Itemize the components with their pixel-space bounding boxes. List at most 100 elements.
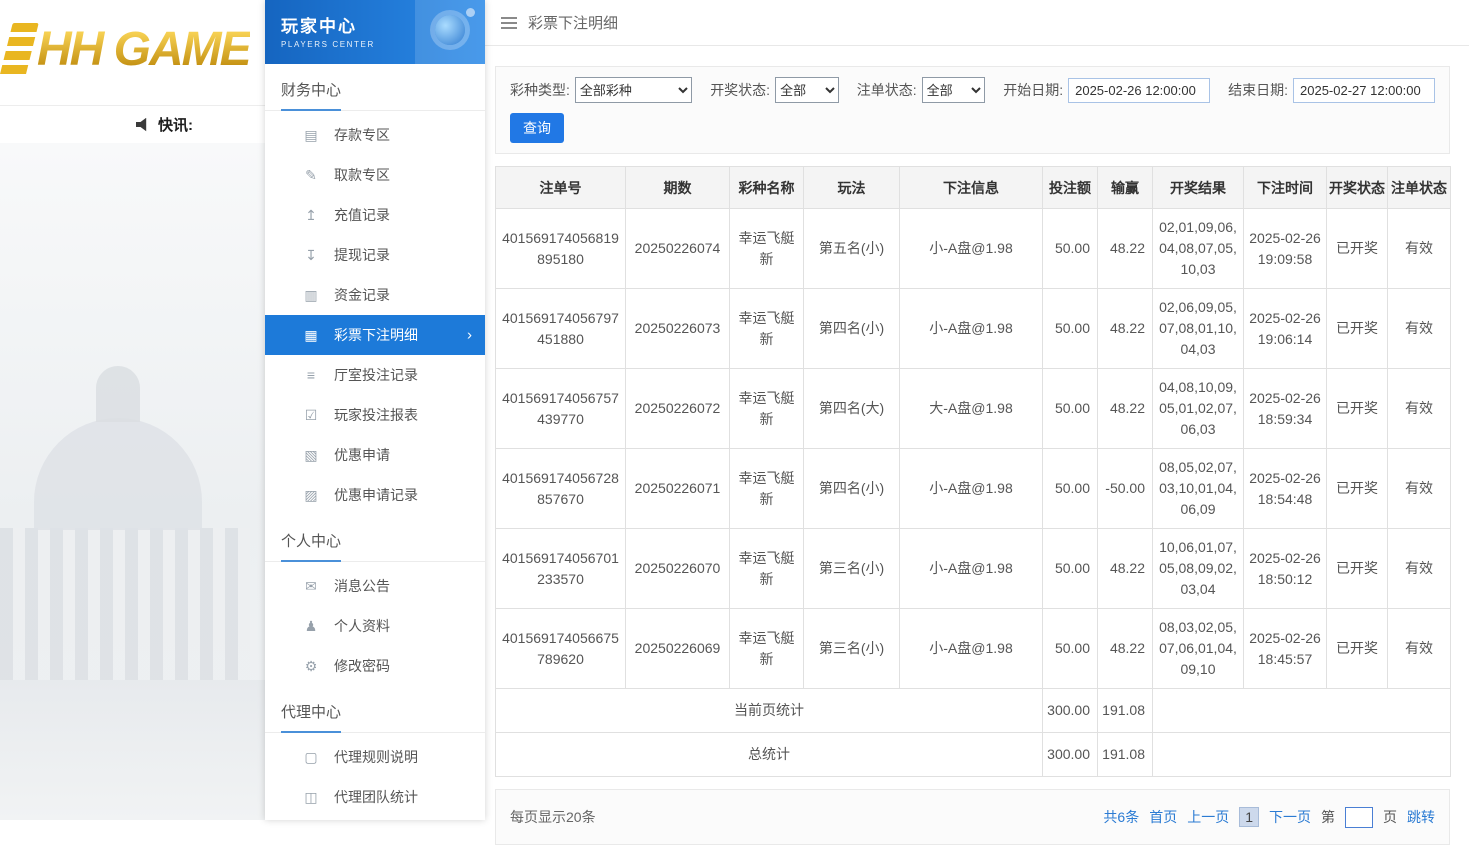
- cell-bet-amount: 50.00: [1043, 609, 1098, 689]
- sidebar-item-label: 优惠申请记录: [334, 485, 418, 505]
- section-title-agent: 代理中心: [265, 686, 485, 733]
- cell-order-no: 401569174056728857670: [496, 449, 626, 529]
- pagination-controls: 共6条 首页 上一页 1 下一页 第 页 跳转: [1103, 807, 1435, 828]
- start-date-input[interactable]: [1068, 78, 1210, 103]
- sidebar-item-agent-rules[interactable]: 代理规则说明: [265, 737, 485, 777]
- menu-toggle-icon[interactable]: [501, 17, 517, 29]
- sidebar-item-change-password[interactable]: 修改密码: [265, 646, 485, 686]
- cell-draw-status: 已开奖: [1327, 289, 1388, 369]
- cell-draw-status: 已开奖: [1327, 449, 1388, 529]
- grand-total-label: 总统计: [496, 733, 1043, 777]
- sidebar-item-promo-apply-record[interactable]: 优惠申请记录: [265, 475, 485, 515]
- bet-table-body: 401569174056819895180 20250226074 幸运飞艇新 …: [496, 209, 1451, 689]
- cell-order-status: 有效: [1388, 289, 1451, 369]
- sidebar-item-deposit-zone[interactable]: 存款专区: [265, 115, 485, 155]
- sidebar-item-label: 厅室投注记录: [334, 365, 418, 385]
- cell-period: 20250226070: [626, 529, 730, 609]
- sidebar-item-withdrawal-record[interactable]: 提现记录: [265, 235, 485, 275]
- grand-total-empty: [1153, 733, 1451, 777]
- next-page-link[interactable]: 下一页: [1269, 807, 1311, 827]
- cell-order-status: 有效: [1388, 529, 1451, 609]
- order-status-select[interactable]: 全部: [922, 77, 986, 103]
- sidebar-item-recharge-record[interactable]: 充值记录: [265, 195, 485, 235]
- password-icon: [303, 658, 319, 675]
- cell-order-no: 401569174056675789620: [496, 609, 626, 689]
- lottery-type-select[interactable]: 全部彩种: [575, 77, 692, 103]
- sidebar-item-agent-team-stats[interactable]: 代理团队统计: [265, 777, 485, 817]
- sidebar-item-profile[interactable]: 个人资料: [265, 606, 485, 646]
- cell-bet-time: 2025-02-26 18:59:34: [1244, 369, 1327, 449]
- bet-details-table: 注单号 期数 彩种名称 玩法 下注信息 投注额 输赢 开奖结果 下注时间 开奖状…: [495, 166, 1451, 777]
- end-date-input[interactable]: [1293, 78, 1435, 103]
- section-title-personal: 个人中心: [265, 515, 485, 562]
- col-header-lottery-name: 彩种名称: [730, 167, 804, 209]
- withdraw-zone-icon: [303, 167, 319, 184]
- sidebar-item-label: 提现记录: [334, 245, 390, 265]
- cell-bet-time: 2025-02-26 18:45:57: [1244, 609, 1327, 689]
- agent-rules-icon: [303, 749, 319, 766]
- prev-page-link[interactable]: 上一页: [1187, 807, 1229, 827]
- sidebar-item-funds-record[interactable]: 资金记录: [265, 275, 485, 315]
- cell-order-status: 有效: [1388, 449, 1451, 529]
- cell-period: 20250226074: [626, 209, 730, 289]
- start-date-label: 开始日期:: [1003, 80, 1063, 100]
- sidebar-item-label: 彩票下注明细: [334, 325, 418, 345]
- sidebar-item-player-bet-report[interactable]: 玩家投注报表: [265, 395, 485, 435]
- sidebar-item-label: 玩家投注报表: [334, 405, 418, 425]
- cell-draw-status: 已开奖: [1327, 529, 1388, 609]
- withdrawal-record-icon: [303, 247, 319, 264]
- sidebar-item-hall-bet-record[interactable]: 厅室投注记录: [265, 355, 485, 395]
- cell-order-status: 有效: [1388, 369, 1451, 449]
- cell-draw-result: 08,03,02,05,07,06,01,04,09,10: [1153, 609, 1244, 689]
- recharge-record-icon: [303, 207, 319, 224]
- cell-bet-time: 2025-02-26 18:54:48: [1244, 449, 1327, 529]
- cell-order-status: 有效: [1388, 209, 1451, 289]
- table-row: 401569174056701233570 20250226070 幸运飞艇新 …: [496, 529, 1451, 609]
- col-header-win-loss: 输赢: [1098, 167, 1153, 209]
- cell-draw-result: 10,06,01,07,05,08,09,02,03,04: [1153, 529, 1244, 609]
- jump-prefix-label: 第: [1321, 807, 1335, 827]
- draw-status-label: 开奖状态:: [710, 80, 770, 100]
- cell-bet-info: 小-A盘@1.98: [900, 609, 1043, 689]
- sidebar-item-lottery-bet-detail[interactable]: 彩票下注明细: [265, 315, 485, 355]
- table-row: 401569174056675789620 20250226069 幸运飞艇新 …: [496, 609, 1451, 689]
- table-row: 401569174056757439770 20250226072 幸运飞艇新 …: [496, 369, 1451, 449]
- sidebar-item-withdraw-zone[interactable]: 取款专区: [265, 155, 485, 195]
- cell-play: 第三名(小): [804, 529, 900, 609]
- cell-bet-amount: 50.00: [1043, 369, 1098, 449]
- section-title-label: 财务中心: [281, 82, 341, 111]
- cell-lottery-name: 幸运飞艇新: [730, 449, 804, 529]
- pagination-bar: 每页显示20条 共6条 首页 上一页 1 下一页 第 页 跳转: [495, 789, 1450, 845]
- cell-lottery-name: 幸运飞艇新: [730, 369, 804, 449]
- cell-period: 20250226072: [626, 369, 730, 449]
- player-bet-report-icon: [303, 407, 319, 424]
- logo-bars-icon: [0, 23, 39, 77]
- chevron-right-icon: [467, 327, 472, 344]
- jump-button[interactable]: 跳转: [1407, 807, 1435, 827]
- cell-play: 第三名(小): [804, 609, 900, 689]
- sidebar-item-label: 消息公告: [334, 576, 390, 596]
- page-jump-input[interactable]: [1345, 807, 1373, 828]
- first-page-link[interactable]: 首页: [1149, 807, 1177, 827]
- sidebar-section-agent: 代理中心 代理规则说明 代理团队统计: [265, 686, 485, 817]
- topbar: 彩票下注明细: [485, 0, 1469, 46]
- col-header-draw-status: 开奖状态: [1327, 167, 1388, 209]
- main-panel: 彩票下注明细 彩种类型: 全部彩种 开奖状态: 全部 注单状态: 全部 开始日期…: [485, 0, 1469, 820]
- current-page-amount-total: 300.00: [1043, 689, 1098, 733]
- lottery-bet-detail-icon: [303, 327, 319, 344]
- current-page-number[interactable]: 1: [1239, 807, 1259, 827]
- grand-total-winloss: 191.08: [1098, 733, 1153, 777]
- col-header-order-status: 注单状态: [1388, 167, 1451, 209]
- cell-win-loss: 48.22: [1098, 209, 1153, 289]
- sidebar-item-promo-apply[interactable]: 优惠申请: [265, 435, 485, 475]
- cell-win-loss: 48.22: [1098, 289, 1153, 369]
- content-area: 彩种类型: 全部彩种 开奖状态: 全部 注单状态: 全部 开始日期: 结束日期:…: [485, 46, 1469, 845]
- search-button[interactable]: 查询: [510, 113, 564, 143]
- hall-bet-record-icon: [303, 367, 319, 383]
- page-title: 彩票下注明细: [528, 12, 618, 33]
- sidebar-item-messages[interactable]: 消息公告: [265, 566, 485, 606]
- draw-status-select[interactable]: 全部: [775, 77, 839, 103]
- table-header-row: 注单号 期数 彩种名称 玩法 下注信息 投注额 输赢 开奖结果 下注时间 开奖状…: [496, 167, 1451, 209]
- cell-bet-info: 小-A盘@1.98: [900, 209, 1043, 289]
- message-icon: [303, 578, 319, 595]
